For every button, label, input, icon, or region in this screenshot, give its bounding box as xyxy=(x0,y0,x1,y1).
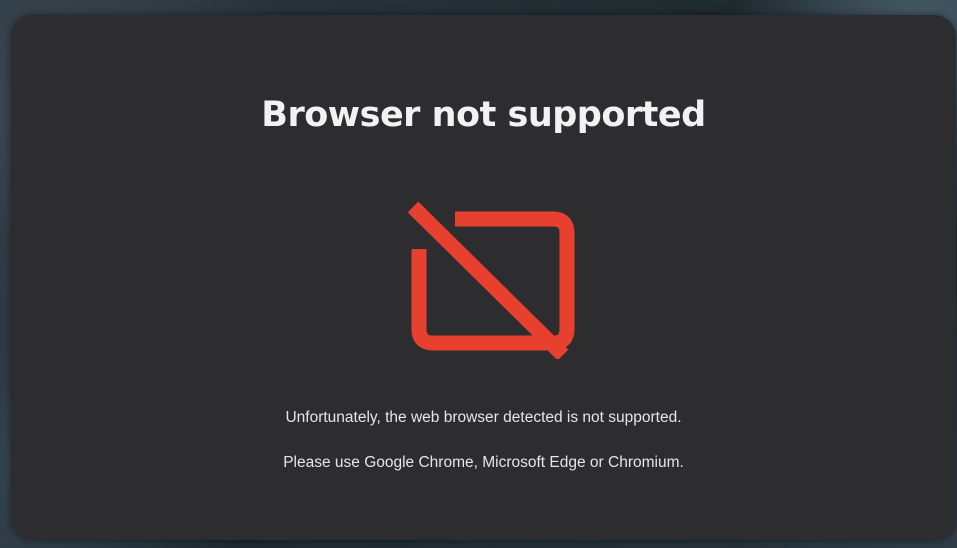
screen-off-icon xyxy=(397,193,577,359)
supported-browsers-message: Please use Google Chrome, Microsoft Edge… xyxy=(283,454,684,471)
unsupported-message: Unfortunately, the web browser detected … xyxy=(285,409,682,426)
browser-not-supported-dialog: Browser not supported Unfortunately, the… xyxy=(11,15,956,540)
dialog-title: Browser not supported xyxy=(261,95,706,135)
